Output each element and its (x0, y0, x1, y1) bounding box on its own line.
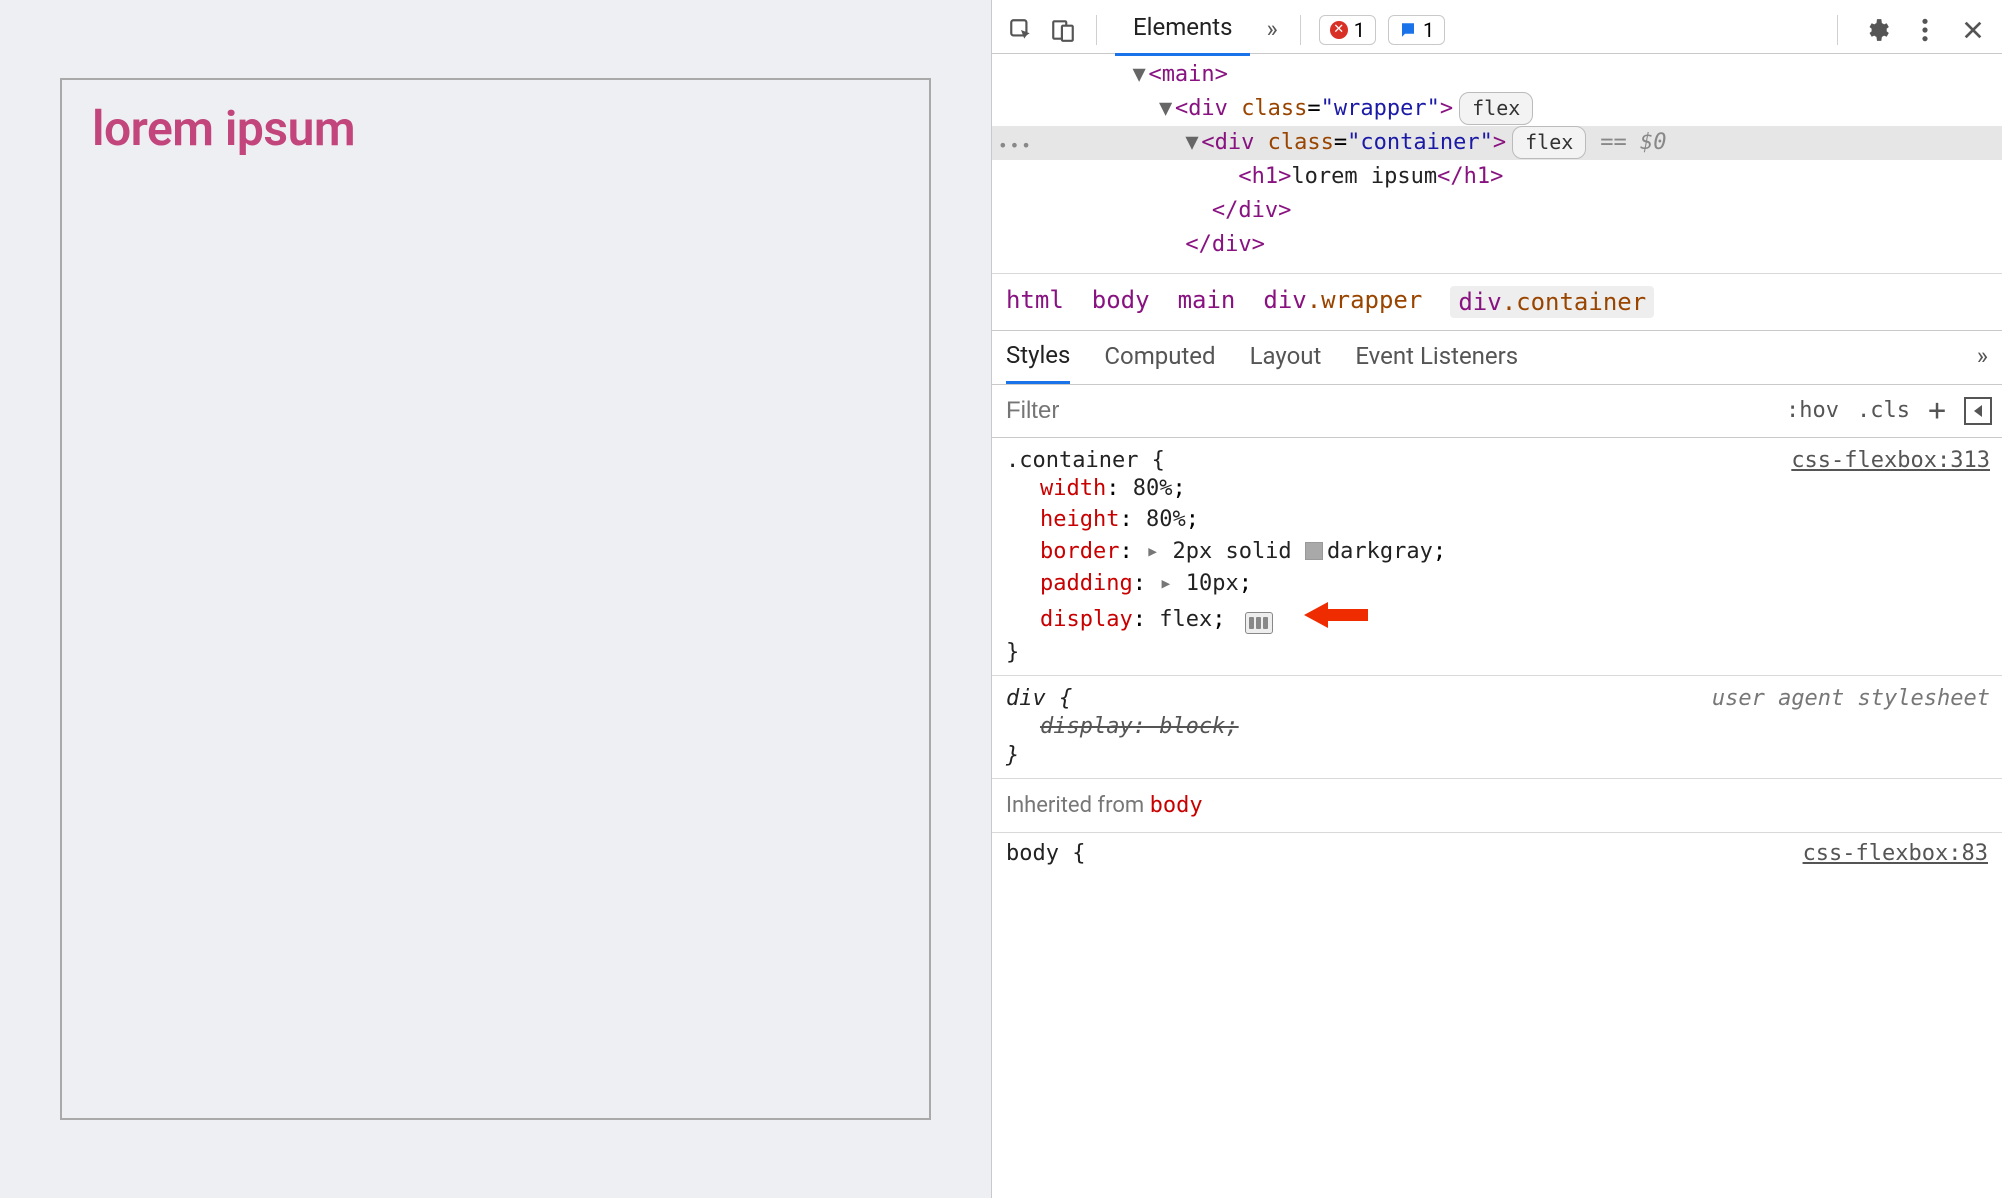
computed-styles-toggle-icon[interactable] (1964, 397, 1992, 425)
issues-pill[interactable]: 1 (1388, 15, 1445, 45)
rule-source-link[interactable]: css-flexbox:313 (1791, 448, 1990, 473)
preview-heading: lorem ipsum (92, 100, 899, 157)
toolbar-separator (1096, 15, 1097, 45)
inherited-from-header: Inherited from body (992, 779, 2002, 833)
color-swatch[interactable] (1305, 542, 1323, 560)
crumb-container[interactable]: div.container (1450, 286, 1654, 318)
kebab-icon[interactable] (1910, 15, 1940, 45)
dom-node[interactable]: <h1>lorem ipsum</h1> (992, 160, 2002, 194)
preview-container: lorem ipsum (60, 78, 931, 1120)
error-count: 1 (1354, 18, 1365, 42)
dom-node[interactable]: </div> (992, 228, 2002, 262)
flex-badge[interactable]: flex (1459, 92, 1533, 125)
close-icon[interactable] (1958, 15, 1988, 45)
crumb-html[interactable]: html (1006, 286, 1064, 318)
device-toggle-icon[interactable] (1048, 15, 1078, 45)
breadcrumb: html body main div.wrapper div.container (992, 273, 2002, 331)
style-rule-container[interactable]: css-flexbox:313 .container { width: 80%;… (992, 438, 2002, 676)
tab-elements[interactable]: Elements (1115, 3, 1250, 56)
styles-filter-row: :hov .cls + (992, 385, 2002, 438)
selected-marker: == $0 (1600, 130, 1666, 155)
dom-node[interactable]: ▼<main> (992, 58, 2002, 92)
issue-icon (1399, 21, 1417, 39)
page-preview: lorem ipsum (0, 0, 991, 1198)
subtabs-overflow[interactable]: » (1977, 342, 1988, 382)
errors-pill[interactable]: ✕ 1 (1319, 15, 1376, 45)
toggle-cls[interactable]: .cls (1857, 398, 1910, 423)
inspect-icon[interactable] (1006, 15, 1036, 45)
style-rule-body-cut[interactable]: body { css-flexbox:83 (992, 833, 2002, 866)
dom-tree[interactable]: ▼<main> ▼<div class="wrapper">flex ▼<div… (992, 54, 2002, 273)
rule-source-link[interactable]: css-flexbox:83 (1803, 841, 1988, 866)
dom-node[interactable]: ▼<div class="wrapper">flex (992, 92, 2002, 126)
styles-pane: css-flexbox:313 .container { width: 80%;… (992, 438, 2002, 1198)
css-declaration[interactable]: width: 80%; (1040, 473, 1988, 505)
devtools-panel: Elements » ✕ 1 1 ▼<main> (991, 0, 2002, 1198)
toggle-hov[interactable]: :hov (1786, 398, 1839, 423)
flexbox-editor-icon[interactable] (1245, 612, 1273, 634)
crumb-body[interactable]: body (1092, 286, 1150, 318)
css-declaration-overridden[interactable]: display: block; (1040, 711, 1988, 743)
annotation-arrow-icon (1304, 600, 1368, 640)
styles-filter-input[interactable] (1002, 391, 1768, 431)
dom-node-selected[interactable]: ▼<div class="container">flex== $0 (992, 126, 2002, 160)
css-declaration[interactable]: padding: ▸ 10px; (1040, 568, 1988, 600)
styles-subtabs: Styles Computed Layout Event Listeners » (992, 331, 2002, 385)
toolbar-separator (1837, 15, 1838, 45)
css-declaration[interactable]: display: flex; (1040, 600, 1988, 640)
subtab-computed[interactable]: Computed (1104, 342, 1215, 382)
subtab-layout[interactable]: Layout (1250, 342, 1322, 382)
error-icon: ✕ (1330, 21, 1348, 39)
new-style-rule[interactable]: + (1928, 401, 1946, 421)
style-rule-div-ua[interactable]: user agent stylesheet div { display: blo… (992, 676, 2002, 779)
flex-badge[interactable]: flex (1512, 126, 1586, 159)
crumb-wrapper[interactable]: div.wrapper (1263, 286, 1422, 318)
subtab-styles[interactable]: Styles (1006, 341, 1070, 384)
gear-icon[interactable] (1862, 15, 1892, 45)
css-declaration[interactable]: height: 80%; (1040, 504, 1988, 536)
subtab-event-listeners[interactable]: Event Listeners (1355, 342, 1518, 382)
crumb-main[interactable]: main (1178, 286, 1236, 318)
css-declaration[interactable]: border: ▸ 2px solid darkgray; (1040, 536, 1988, 568)
rule-source-ua: user agent stylesheet (1712, 686, 1990, 711)
toolbar-separator (1300, 15, 1301, 45)
devtools-toolbar: Elements » ✕ 1 1 (992, 0, 2002, 54)
issue-count: 1 (1423, 18, 1434, 42)
dom-node[interactable]: </div> (992, 194, 2002, 228)
tabs-overflow[interactable]: » (1262, 5, 1281, 55)
